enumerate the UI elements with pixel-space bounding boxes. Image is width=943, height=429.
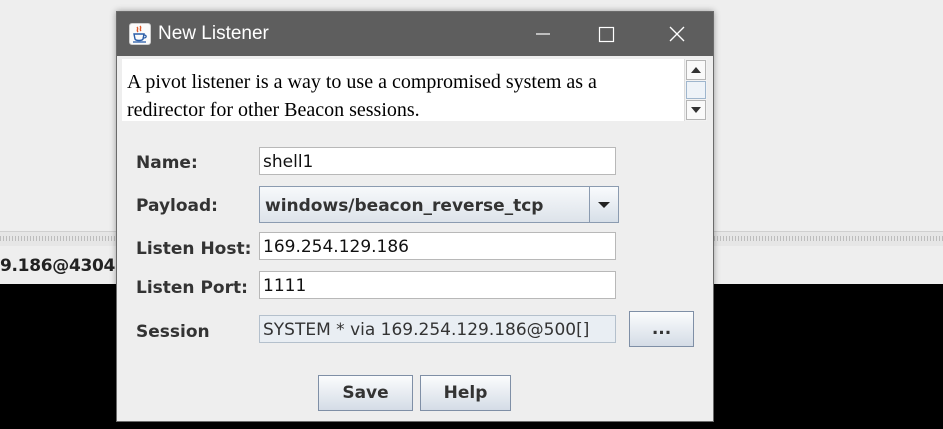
maximize-icon xyxy=(598,26,615,43)
help-button[interactable]: Help xyxy=(420,375,511,411)
payload-selected-value: windows/beacon_reverse_tcp xyxy=(265,196,544,216)
scroll-up-arrow-icon xyxy=(691,67,701,73)
listen-port-label: Listen Port: xyxy=(136,278,248,298)
browse-session-button[interactable]: ... xyxy=(629,311,694,347)
payload-label: Payload: xyxy=(136,196,218,216)
save-button[interactable]: Save xyxy=(318,375,413,411)
minimize-button[interactable] xyxy=(513,12,571,56)
description-text: A pivot listener is a way to use a compr… xyxy=(127,71,597,121)
listen-host-field[interactable]: 169.254.129.186 xyxy=(259,232,616,260)
scrollbar-thumb[interactable] xyxy=(686,81,706,99)
dialog-titlebar[interactable]: New Listener xyxy=(117,12,713,56)
scroll-down-arrow-icon xyxy=(691,107,701,113)
payload-select[interactable]: windows/beacon_reverse_tcp xyxy=(259,186,619,223)
minimize-icon xyxy=(536,33,550,35)
name-field[interactable]: shell1 xyxy=(259,147,616,175)
session-label: Session xyxy=(136,322,210,342)
close-button[interactable] xyxy=(647,12,705,56)
background-tab-label[interactable]: 9.186@4304[] xyxy=(0,256,130,276)
payload-dropdown-button[interactable] xyxy=(589,187,618,222)
description-scrollbar[interactable] xyxy=(684,59,707,121)
listen-host-label: Listen Host: xyxy=(136,239,252,259)
dialog-title: New Listener xyxy=(158,23,269,44)
maximize-button[interactable] xyxy=(577,12,635,56)
chevron-down-icon xyxy=(598,202,610,208)
name-label: Name: xyxy=(136,153,198,173)
description-textarea[interactable]: A pivot listener is a way to use a compr… xyxy=(122,59,684,121)
scroll-up-button[interactable] xyxy=(686,60,706,80)
java-cup-icon xyxy=(129,23,151,45)
close-icon xyxy=(669,26,685,42)
scroll-down-button[interactable] xyxy=(686,100,706,120)
new-listener-dialog: New Listener A pivot listener is a way t… xyxy=(116,11,714,422)
session-field: SYSTEM * via 169.254.129.186@500[] xyxy=(259,315,616,343)
listen-port-field[interactable]: 1111 xyxy=(259,271,616,299)
